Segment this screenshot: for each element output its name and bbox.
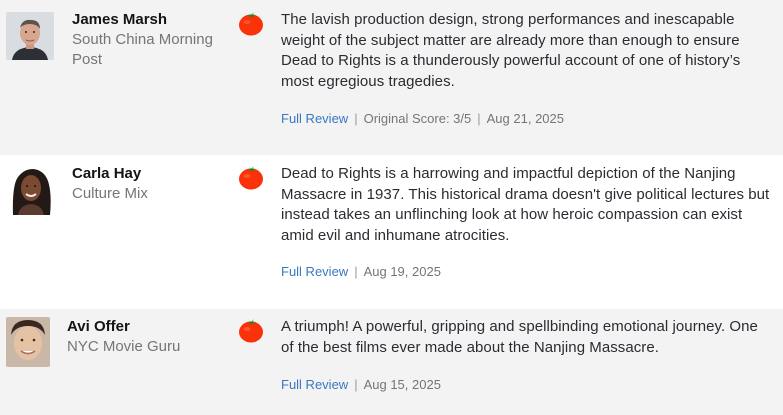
review-quote: The lavish production design, strong per… [281,11,741,90]
review-row: Carla Hay Culture Mix Dead to Rights is … [0,155,783,309]
publication-name[interactable]: NYC Movie Guru [67,337,227,357]
full-review-link[interactable]: Full Review [281,377,348,392]
critic-name[interactable]: Carla Hay [72,164,141,184]
fresh-tomato-icon [238,317,264,343]
separator: | [477,111,481,126]
review-meta: Full Review | Aug 19, 2025 [281,263,441,281]
original-score: Original Score: 3/5 [363,111,472,126]
separator: | [354,264,358,279]
separator: | [354,377,358,392]
review-row: Avi Offer NYC Movie Guru A triumph! A po… [0,309,783,415]
critic-name[interactable]: Avi Offer [67,317,130,337]
critic-avatar[interactable] [6,317,50,367]
review-meta: Full Review | Original Score: 3/5 | Aug 21, … [281,110,564,128]
critic-reviews-list: James Marsh South China Morning Post The… [0,0,783,415]
critic-name[interactable]: James Marsh [72,10,167,30]
full-review-link[interactable]: Full Review [281,264,348,279]
fresh-tomato-icon [238,164,264,190]
review-quote: Dead to Rights is a harrowing and impact… [281,165,770,244]
review-date: Aug 15, 2025 [363,377,441,392]
publication-name[interactable]: Culture Mix [72,184,232,204]
review-date: Aug 21, 2025 [486,111,564,126]
separator: | [354,111,358,126]
review-meta: Full Review | Aug 15, 2025 [281,376,441,394]
publication-name[interactable]: South China Morning Post [72,30,232,70]
full-review-link[interactable]: Full Review [281,111,348,126]
fresh-tomato-icon [238,10,264,36]
critic-avatar[interactable] [6,165,56,215]
critic-avatar[interactable] [6,12,54,60]
review-quote: A triumph! A powerful, gripping and spel… [281,318,758,356]
review-date: Aug 19, 2025 [363,264,441,279]
review-row: James Marsh South China Morning Post The… [0,0,783,155]
